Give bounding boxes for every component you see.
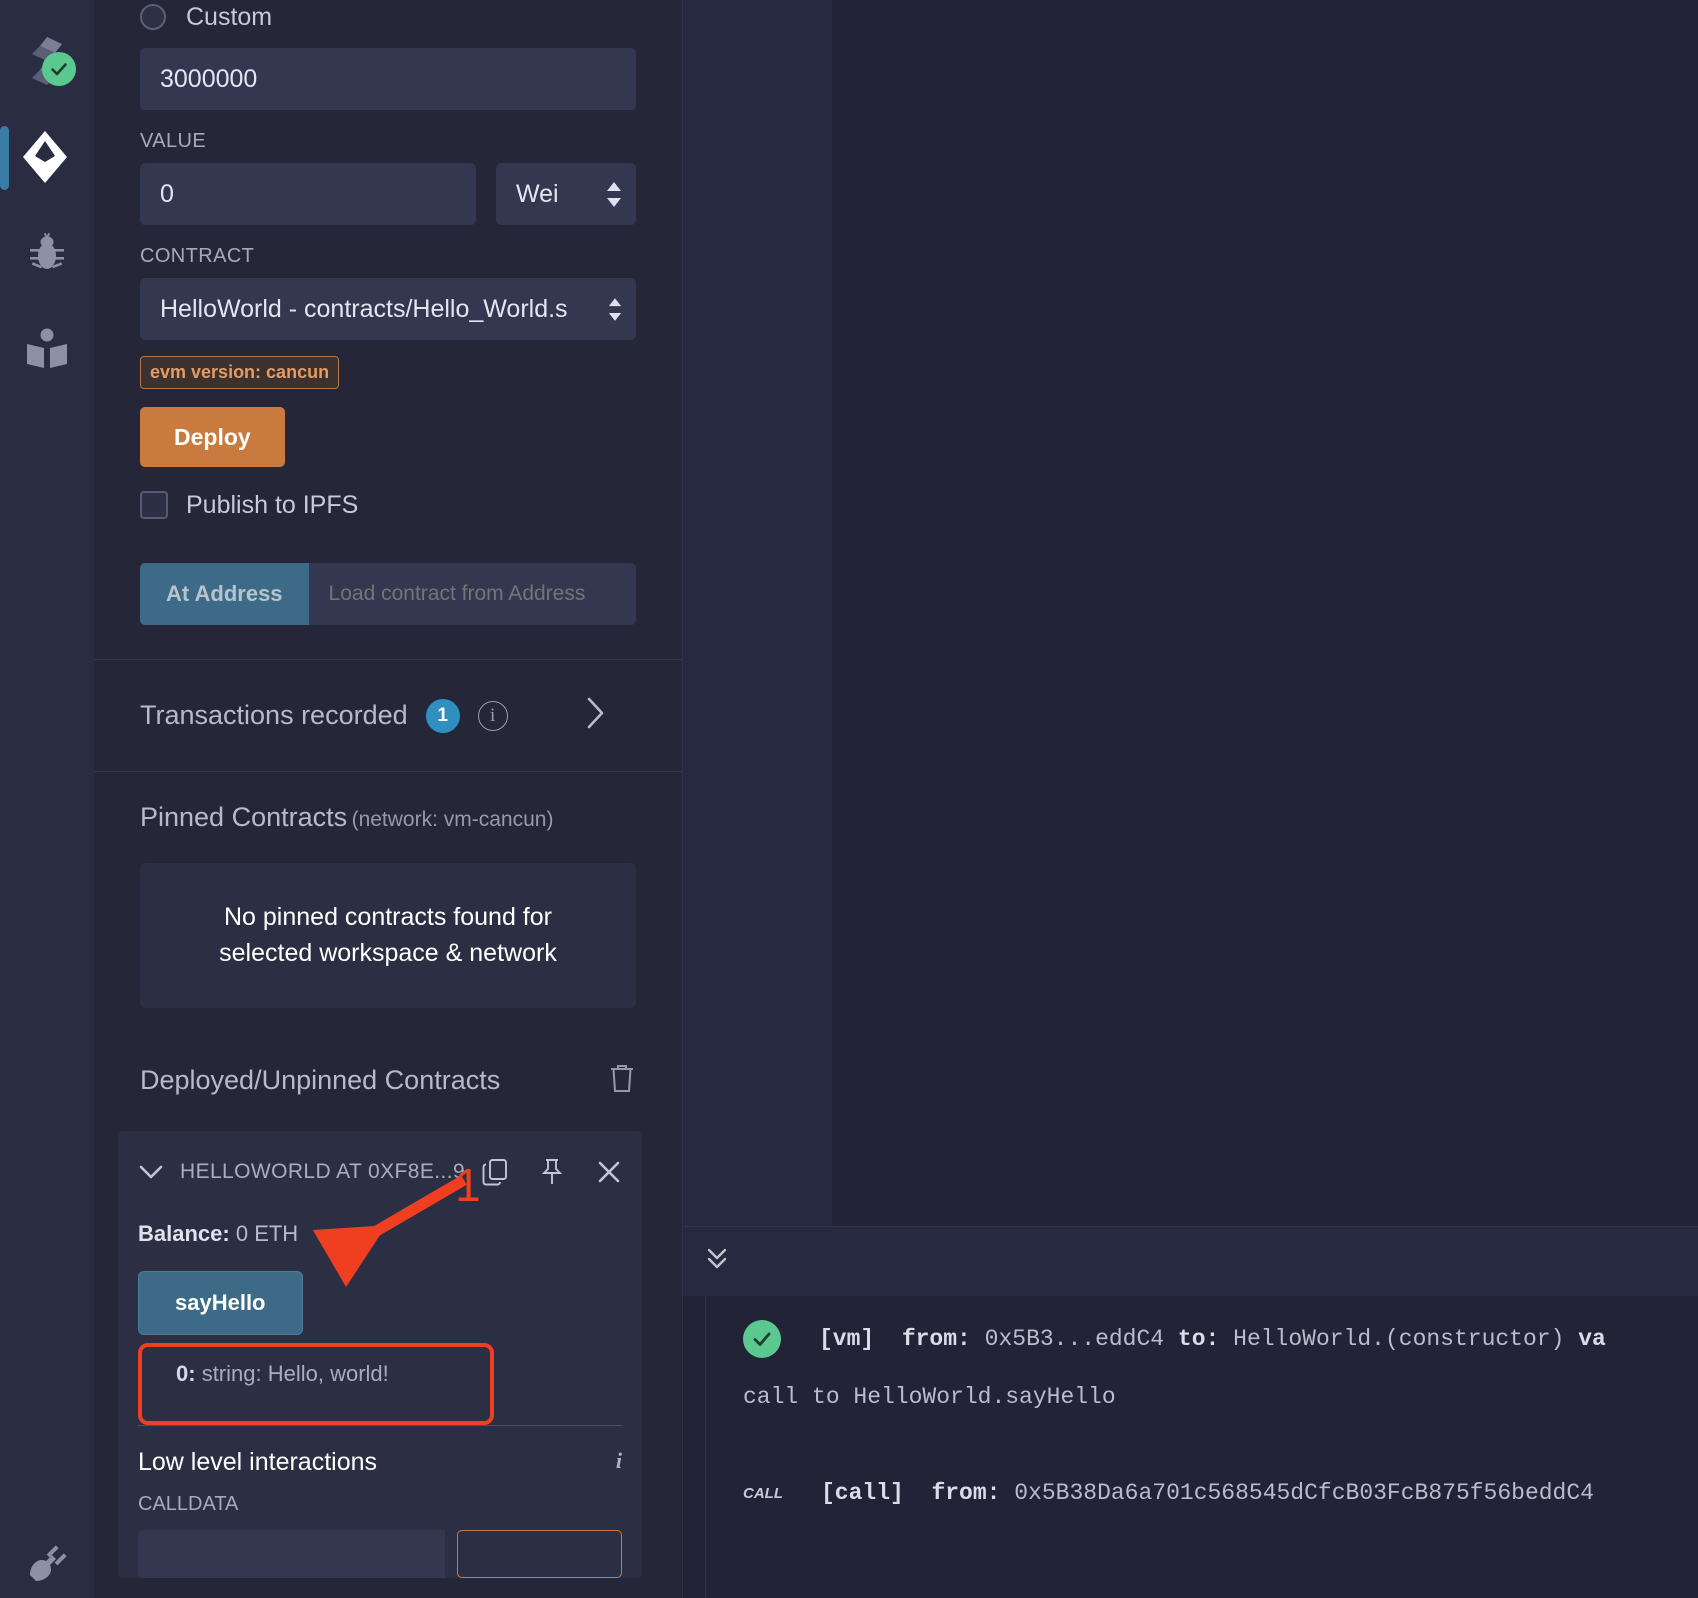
publish-ipfs-label: Publish to IPFS <box>186 490 359 519</box>
contract-balance-value: 0 ETH <box>235 1220 299 1246</box>
sidebar-item-plugin-manager[interactable] <box>0 1539 94 1590</box>
spinner-arrows-icon <box>606 181 622 207</box>
calldata-input[interactable] <box>138 1529 445 1578</box>
copy-icon[interactable] <box>482 1158 508 1186</box>
gas-limit-section: Custom VALUE Wei CONTRACT <box>94 0 682 625</box>
remix-ide-window: Custom VALUE Wei CONTRACT <box>0 0 1698 1598</box>
value-amount-input[interactable] <box>140 163 476 225</box>
log-tail: va <box>1578 1326 1606 1352</box>
publish-ipfs-row[interactable]: Publish to IPFS <box>140 485 636 525</box>
radio-unchecked-icon[interactable] <box>140 4 166 30</box>
low-level-info-icon[interactable]: i <box>616 1448 622 1474</box>
log2-from-label: from: <box>931 1480 1001 1506</box>
terminal-log-text: [vm] from: 0x5B3...eddC4 to: HelloWorld.… <box>819 1326 1606 1352</box>
log-from-label: from: <box>901 1326 971 1352</box>
success-check-icon <box>743 1320 781 1358</box>
documentation-book-icon <box>24 326 70 372</box>
annotation-step-number: 1 <box>455 1159 481 1211</box>
evm-version-badge: evm version: cancun <box>140 356 340 389</box>
log-prefix: [vm] <box>819 1326 875 1352</box>
card-divider <box>138 1424 622 1426</box>
sidebar-item-solidity-compiler[interactable] <box>0 22 94 100</box>
terminal-log-text-2: [call] from: 0x5B38Da6a701c568545dCfcB03… <box>821 1480 1594 1506</box>
log-to-target: HelloWorld.(constructor) <box>1233 1326 1565 1352</box>
deployed-contracts-heading: Deployed/Unpinned Contracts <box>94 1008 682 1099</box>
chevrons-down-icon[interactable] <box>703 1243 731 1280</box>
pinned-contracts-title: Pinned Contracts <box>140 802 348 832</box>
value-unit-select[interactable]: Wei <box>496 163 636 225</box>
icon-rail <box>0 0 94 1598</box>
deploy-run-panel: Custom VALUE Wei CONTRACT <box>94 0 683 1598</box>
calldata-label: CALLDATA <box>138 1492 239 1515</box>
pinned-empty-line-1: No pinned contracts found for <box>224 903 552 931</box>
gas-custom-label: Custom <box>186 2 273 31</box>
compile-success-check-icon <box>42 52 76 86</box>
terminal-toolbar <box>683 1226 1698 1296</box>
deployed-contract-name: HELLOWORLD AT 0XF8E...9FBE <box>180 1159 466 1183</box>
deploy-button[interactable]: Deploy <box>140 407 285 467</box>
log-to-label: to: <box>1177 1326 1220 1352</box>
transact-button[interactable] <box>457 1529 622 1578</box>
close-icon[interactable] <box>596 1159 622 1185</box>
right-pane: [vm] from: 0x5B3...eddC4 to: HelloWorld.… <box>683 0 1698 1598</box>
call-tag: CALL <box>743 1484 783 1502</box>
chevron-right-icon[interactable] <box>586 696 606 735</box>
sidebar-item-debugger[interactable] <box>0 214 94 292</box>
trash-icon[interactable] <box>608 1062 636 1099</box>
sidebar-item-documentation[interactable] <box>0 310 94 388</box>
pinned-contracts-section: Pinned Contracts (network: vm-cancun) No… <box>94 772 682 1008</box>
log-from-address: 0x5B3...eddC4 <box>984 1326 1165 1352</box>
checkbox-unchecked-icon[interactable] <box>140 491 168 519</box>
contract-selected-value: HelloWorld - contracts/Hello_World.s <box>160 294 568 323</box>
editor-gutter <box>683 0 832 1226</box>
call-result-box: 0: string: Hello, world! <box>138 1342 494 1425</box>
pinned-contracts-network: (network: vm-cancun) <box>351 808 554 831</box>
code-editor-area[interactable] <box>683 0 1698 1226</box>
value-unit-label: Wei <box>516 179 559 208</box>
log2-from-address: 0x5B38Da6a701c568545dCfcB03FcB875f56bedd… <box>1014 1480 1594 1506</box>
calldata-row <box>138 1529 622 1578</box>
contract-label: CONTRACT <box>140 245 255 267</box>
value-row: Wei <box>140 163 636 225</box>
contract-balance-label: Balance: <box>138 1220 230 1246</box>
contract-spinner-arrows-icon <box>608 297 622 321</box>
terminal-log-subtext: call to HelloWorld.sayHello <box>743 1384 1116 1410</box>
gas-custom-radio-row[interactable]: Custom <box>140 0 636 34</box>
at-address-button[interactable]: At Address <box>140 563 309 625</box>
transactions-recorded-count: 1 <box>425 698 460 733</box>
terminal-log-entry[interactable]: [vm] from: 0x5B3...eddC4 to: HelloWorld.… <box>743 1320 1698 1358</box>
transactions-recorded-row[interactable]: Transactions recorded 1 i <box>94 660 682 771</box>
gas-limit-input[interactable] <box>140 48 636 110</box>
low-level-interactions-title: Low level interactions <box>138 1447 378 1476</box>
chevron-down-icon[interactable] <box>138 1163 164 1181</box>
log2-prefix: [call] <box>821 1480 904 1506</box>
call-result-text: string: Hello, world! <box>201 1360 389 1386</box>
transactions-recorded-label: Transactions recorded <box>140 700 408 730</box>
terminal-panel: [vm] from: 0x5B3...eddC4 to: HelloWorld.… <box>683 1226 1698 1598</box>
low-level-interactions-header: Low level interactions i <box>138 1448 622 1477</box>
value-label: VALUE <box>140 130 207 152</box>
call-result-index: 0: <box>176 1360 196 1386</box>
at-address-input[interactable] <box>308 563 636 625</box>
sayhello-function-button[interactable]: sayHello <box>138 1270 303 1335</box>
pinned-contracts-empty: No pinned contracts found for selected w… <box>140 863 636 1008</box>
plugin-plug-icon <box>24 1539 70 1590</box>
info-icon[interactable]: i <box>477 700 508 731</box>
terminal-rule <box>705 1296 706 1598</box>
pin-icon[interactable] <box>540 1158 564 1186</box>
active-plugin-indicator <box>0 126 9 190</box>
pinned-contracts-heading: Pinned Contracts (network: vm-cancun) <box>140 802 636 833</box>
pinned-empty-line-2: selected workspace & network <box>219 939 557 968</box>
deploy-run-icon <box>21 129 73 185</box>
terminal-log-entry-2[interactable]: CALL [call] from: 0x5B38Da6a701c568545dC… <box>743 1480 1698 1506</box>
terminal-output[interactable]: [vm] from: 0x5B3...eddC4 to: HelloWorld.… <box>683 1296 1698 1598</box>
sidebar-item-deploy-run[interactable] <box>0 118 94 196</box>
contract-balance: Balance: 0 ETH <box>138 1221 622 1247</box>
deployed-contract-header[interactable]: HELLOWORLD AT 0XF8E...9FBE <box>138 1149 622 1195</box>
contract-select[interactable]: HelloWorld - contracts/Hello_World.s <box>140 278 636 340</box>
debugger-bug-icon <box>24 230 70 276</box>
deployed-contracts-title: Deployed/Unpinned Contracts <box>140 1064 501 1095</box>
at-address-row: At Address <box>140 563 636 625</box>
deployed-contract-card: HELLOWORLD AT 0XF8E...9FBE <box>118 1130 642 1578</box>
